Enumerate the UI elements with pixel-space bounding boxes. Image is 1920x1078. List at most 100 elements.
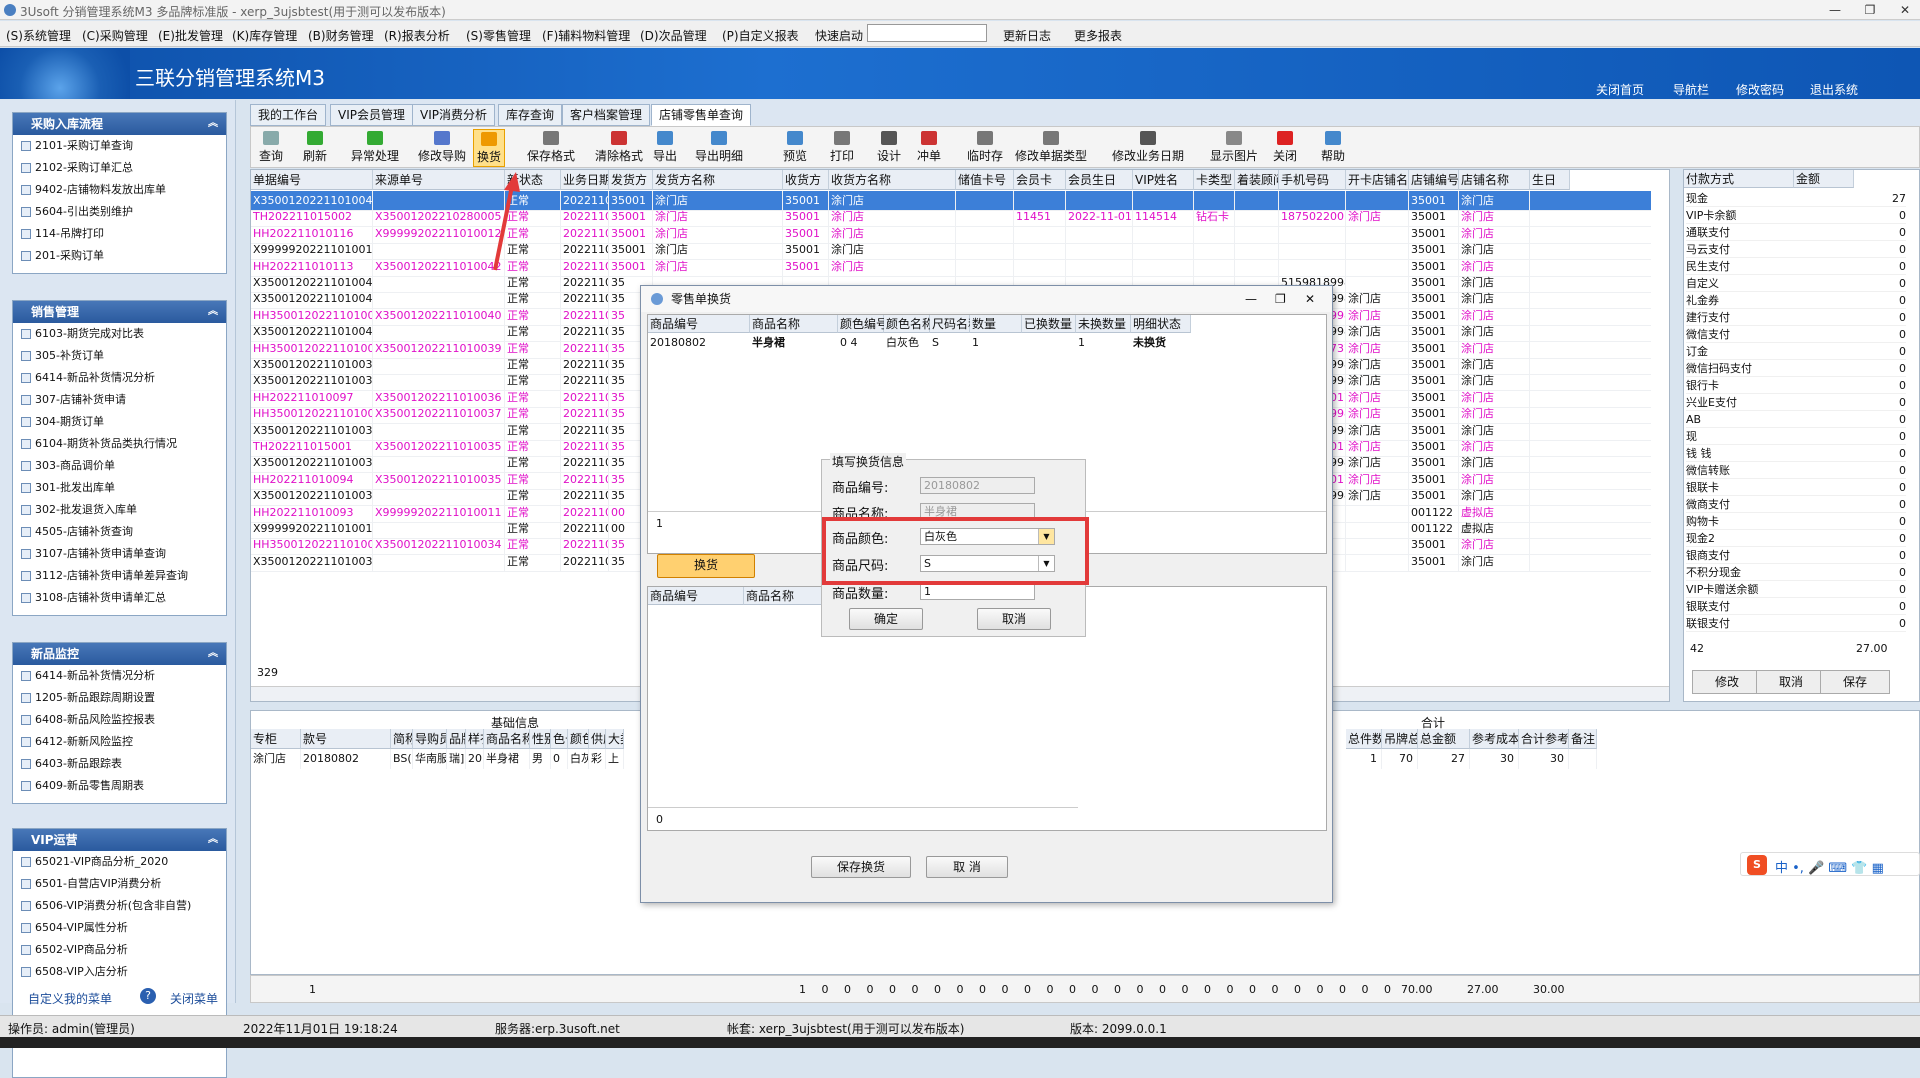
custom-menu-link[interactable]: 自定义我的菜单	[28, 990, 112, 1007]
dialog-cancel-button[interactable]: 取 消	[926, 856, 1008, 878]
save-exchange-button[interactable]: 保存换货	[811, 856, 911, 878]
sidebar-item[interactable]: 3112-店铺补货申请单差异查询	[13, 565, 226, 587]
pay-row[interactable]: 现金2 0	[1686, 530, 1906, 547]
sidebar-item[interactable]: 6414-新品补货情况分析	[13, 665, 226, 687]
pay-row[interactable]: 微信转账 0	[1686, 462, 1906, 479]
grid-header[interactable]: 手机号码	[1279, 170, 1346, 190]
menu-item[interactable]: (B)财务管理	[308, 27, 374, 44]
grid-header[interactable]: 卡类型	[1194, 170, 1235, 190]
grid-header[interactable]: 发货方名称	[653, 170, 783, 190]
dialog-grid-cell[interactable]: 半身裙	[750, 334, 838, 352]
sidebar-item[interactable]: 2102-采购订单汇总	[13, 157, 226, 179]
dialog-grid-cell[interactable]: 1	[1076, 334, 1131, 352]
sidebar-item[interactable]: 6504-VIP属性分析	[13, 917, 226, 939]
exchange-action-button[interactable]: 换货	[657, 554, 755, 578]
dialog-grid-cell[interactable]: 0 4	[838, 334, 884, 352]
menu-item[interactable]: (E)批发管理	[158, 27, 223, 44]
toolbar-10[interactable]: 打印	[826, 129, 858, 167]
minimize-icon[interactable]: —	[1825, 2, 1845, 18]
grid-header[interactable]: 会员生日	[1066, 170, 1133, 190]
toolbar-8[interactable]: 导出明细	[691, 129, 747, 167]
pay-button-0[interactable]: 修改	[1692, 670, 1762, 694]
pay-row[interactable]: 银行卡 0	[1686, 377, 1906, 394]
grid-header[interactable]: 储值卡号	[956, 170, 1014, 190]
grid-header[interactable]: 着装顾问	[1235, 170, 1279, 190]
menu-item[interactable]: (P)自定义报表	[722, 27, 799, 44]
sidebar-item[interactable]: 6414-新品补货情况分析	[13, 367, 226, 389]
toolbar-17[interactable]: 关闭	[1269, 129, 1301, 167]
qty-field[interactable]: 1	[920, 583, 1035, 600]
dialog-grid-cell[interactable]: S	[930, 334, 970, 352]
pay-button-1[interactable]: 取消	[1756, 670, 1826, 694]
toolbar-0[interactable]: 查询	[255, 129, 287, 167]
sidebar-item[interactable]: 6501-自营店VIP消费分析	[13, 873, 226, 895]
grid-header[interactable]: 收货方名称	[829, 170, 956, 190]
grid-header[interactable]: 开卡店铺名称	[1346, 170, 1409, 190]
pay-row[interactable]: 民生支付 0	[1686, 258, 1906, 275]
toolbar-6[interactable]: 清除格式	[591, 129, 647, 167]
dialog-grid-cell[interactable]: 未换货	[1131, 334, 1191, 352]
sidebar-item[interactable]: 114-吊牌打印	[13, 223, 226, 245]
sidebar-item[interactable]: 9402-店铺物料发放出库单	[13, 179, 226, 201]
toolbar-5[interactable]: 保存格式	[523, 129, 579, 167]
toolbar-4[interactable]: 换货	[473, 129, 505, 167]
pay-row[interactable]: AB 0	[1686, 411, 1906, 428]
sidebar-item[interactable]: 302-批发退货入库单	[13, 499, 226, 521]
sidebar-item[interactable]: 3108-店铺补货申请单汇总	[13, 587, 226, 609]
sidebar-item[interactable]: 6103-期货完成对比表	[13, 323, 226, 345]
pay-row[interactable]: 不积分现金 0	[1686, 564, 1906, 581]
sidebar-item[interactable]: 5604-引出类别维护	[13, 201, 226, 223]
toolbar-1[interactable]: 刷新	[299, 129, 331, 167]
dialog-grid-cell[interactable]: 1	[970, 334, 1022, 352]
dialog-grid-cell[interactable]	[1022, 334, 1076, 352]
tab-4[interactable]: 客户档案管理	[562, 104, 651, 126]
menu-item[interactable]: (F)辅料物料管理	[542, 27, 630, 44]
grid-header[interactable]: 来源单号	[373, 170, 505, 190]
banner-link[interactable]: 导航栏	[1673, 81, 1709, 98]
pay-row[interactable]: 购物卡 0	[1686, 513, 1906, 530]
dialog-grid-cell[interactable]: 20180802	[648, 334, 750, 352]
pay-row[interactable]: 自定义 0	[1686, 275, 1906, 292]
sidebar-item[interactable]: 65021-VIP商品分析_2020	[13, 851, 226, 873]
ime-logo-icon[interactable]: S	[1747, 855, 1767, 875]
menu-item[interactable]: (R)报表分析	[384, 27, 450, 44]
tab-3[interactable]: 库存查询	[498, 104, 563, 126]
grid-header[interactable]: 发货方	[609, 170, 653, 190]
close-icon[interactable]: ✕	[1895, 2, 1915, 18]
menu-item[interactable]: (S)系统管理	[6, 27, 71, 44]
tab-5[interactable]: 店铺零售单查询	[651, 104, 752, 126]
section-header[interactable]: 采购入库流程 ︽	[13, 113, 226, 135]
pay-row[interactable]: 微信扫码支付 0	[1686, 360, 1906, 377]
dialog-restore-icon[interactable]: ❐	[1275, 286, 1286, 312]
tab-2[interactable]: VIP消费分析	[412, 104, 495, 126]
menu-item[interactable]: 快速启动	[815, 27, 863, 44]
banner-link[interactable]: 退出系统	[1810, 81, 1858, 98]
confirm-button[interactable]: 确定	[849, 608, 923, 630]
dialog-grid-cell[interactable]: 白灰色	[884, 334, 930, 352]
toolbar-15[interactable]: 修改业务日期	[1108, 129, 1188, 167]
pay-row[interactable]: 礼金券 0	[1686, 292, 1906, 309]
close-menu-link[interactable]: 关闭菜单	[170, 990, 218, 1007]
sidebar-item[interactable]: 6104-期货补货品类执行情况	[13, 433, 226, 455]
sidebar-item[interactable]: 6403-新品跟踪表	[13, 753, 226, 775]
toolbar-3[interactable]: 修改导购	[414, 129, 470, 167]
sidebar-item[interactable]: 6506-VIP消费分析(包含非自营)	[13, 895, 226, 917]
sidebar-item[interactable]: 307-店铺补货申请	[13, 389, 226, 411]
toolbar-13[interactable]: 临时存	[963, 129, 1007, 167]
sidebar-item[interactable]: 6408-新品风险监控报表	[13, 709, 226, 731]
pay-button-2[interactable]: 保存	[1820, 670, 1890, 694]
pay-row[interactable]: 银联卡 0	[1686, 479, 1906, 496]
tab-1[interactable]: VIP会员管理	[330, 104, 413, 126]
banner-link[interactable]: 修改密码	[1736, 81, 1784, 98]
dialog-close-icon[interactable]: ✕	[1305, 286, 1315, 312]
sidebar-item[interactable]: 3107-店铺补货申请单查询	[13, 543, 226, 565]
sidebar-item[interactable]: 6502-VIP商品分析	[13, 939, 226, 961]
section-header[interactable]: 新品监控 ︽	[13, 643, 226, 665]
section-header[interactable]: 销售管理 ︽	[13, 301, 226, 323]
pay-row[interactable]: 通联支付 0	[1686, 224, 1906, 241]
toolbar-18[interactable]: 帮助	[1317, 129, 1349, 167]
pay-row[interactable]: 现0	[1686, 428, 1906, 445]
form-cancel-button[interactable]: 取消	[977, 608, 1051, 630]
pay-row[interactable]: 银商支付 0	[1686, 547, 1906, 564]
sidebar-item[interactable]: 1205-新品跟踪周期设置	[13, 687, 226, 709]
